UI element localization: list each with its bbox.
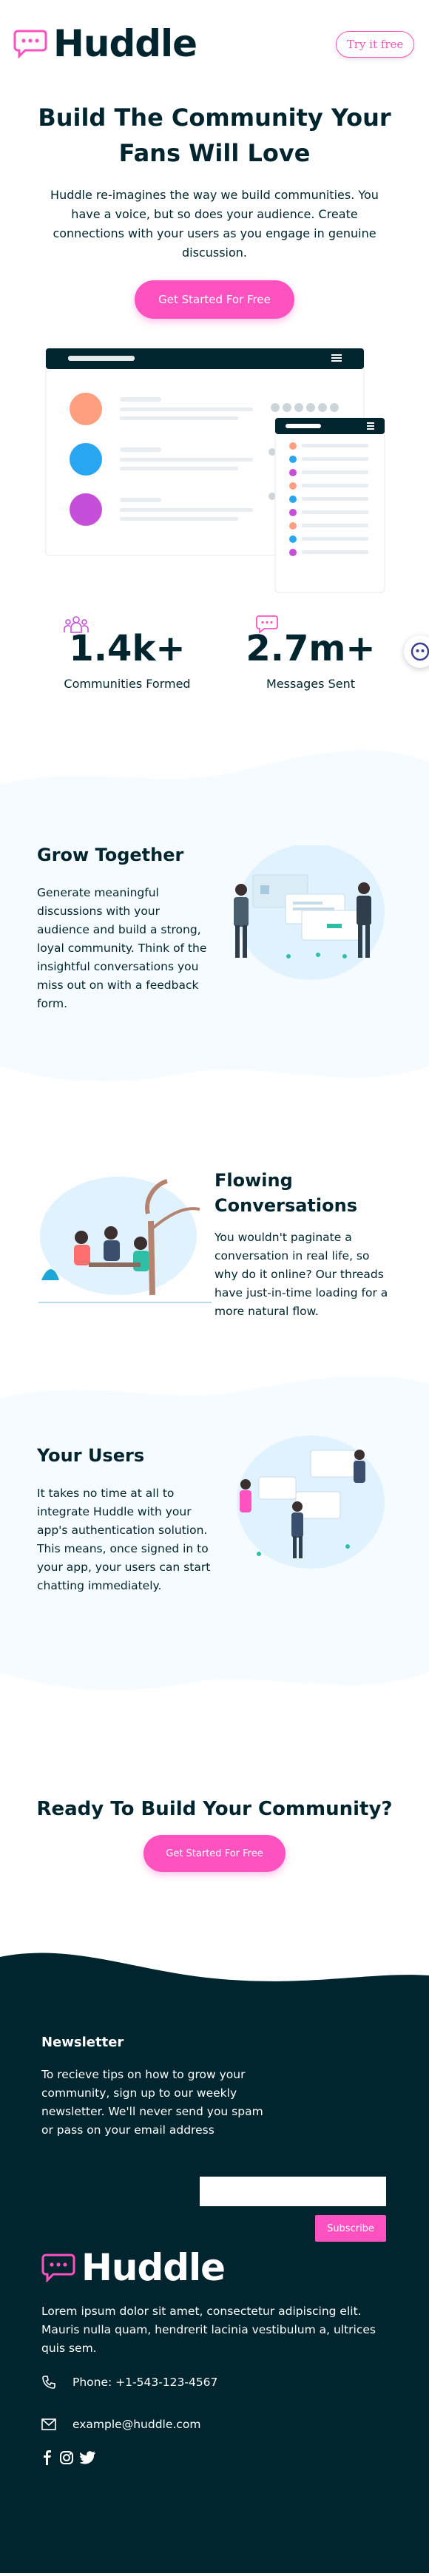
- mockup-graphic: [45, 348, 385, 593]
- footer-phone-text: Phone: +1-543-123-4567: [72, 2376, 218, 2389]
- stat-messages: 2.7m+ Messages Sent: [237, 615, 385, 691]
- newsletter-title: Newsletter: [41, 2035, 124, 2050]
- grow-together-illustration: [234, 845, 385, 980]
- mail-icon: [41, 2418, 56, 2430]
- logo-text: Huddle: [53, 22, 197, 65]
- chat-logo-icon: [41, 2254, 75, 2282]
- hero-title: Build The Community Your Fans Will Love: [30, 100, 399, 171]
- footer-email-text: example@huddle.com: [72, 2418, 201, 2431]
- stat-label: Communities Formed: [64, 677, 191, 691]
- feature-text: It takes no time at all to integrate Hud…: [37, 1487, 211, 1592]
- footer-phone: Phone: +1-543-123-4567: [41, 2375, 217, 2390]
- footer-email[interactable]: example@huddle.com: [41, 2418, 200, 2431]
- messages-icon: [256, 615, 278, 634]
- stat-label: Messages Sent: [266, 677, 355, 691]
- ready-get-started-button[interactable]: Get Started For Free: [143, 1835, 286, 1872]
- feature-text: You wouldn't paginate a conversation in …: [214, 1231, 388, 1318]
- try-it-free-button[interactable]: Try it free: [336, 31, 414, 58]
- bot-widget-button[interactable]: [404, 635, 429, 668]
- phone-icon: [42, 2376, 55, 2389]
- app-mockup-illustration: [0, 348, 429, 600]
- flowing-conversations-illustration: [38, 1177, 212, 1303]
- instagram-icon[interactable]: [59, 2450, 74, 2465]
- your-users-illustration: [237, 1436, 385, 1569]
- site-header: Huddle Try it free: [0, 0, 429, 85]
- feature-flowing-conversations: Flowing Conversations You wouldn't pagin…: [0, 1095, 429, 1376]
- subscribe-button[interactable]: Subscribe: [315, 2215, 386, 2242]
- hero-title-line2: Fans Will Love: [118, 139, 311, 167]
- ready-section: Ready To Build Your Community? Get Start…: [0, 1702, 429, 1983]
- stat-communities: 1.4k+ Communities Formed: [53, 615, 201, 691]
- twitter-icon[interactable]: [80, 2450, 96, 2465]
- hero-title-line1: Build The Community Your: [38, 104, 391, 132]
- hero-description: Huddle re-imagines the way we build comm…: [50, 188, 379, 260]
- ready-title: Ready To Build Your Community?: [36, 1798, 393, 1820]
- get-started-button[interactable]: Get Started For Free: [135, 280, 294, 319]
- social-links: [41, 2450, 96, 2465]
- stats-section: 1.4k+ Communities Formed 2.7m+ Messages …: [0, 600, 429, 748]
- feature-text: Generate meaningful discussions with you…: [37, 886, 207, 1010]
- bot-icon: [411, 642, 429, 661]
- feature-title: Your Users: [37, 1445, 145, 1466]
- feature-your-users: Your Users It takes no time at all to in…: [0, 1376, 429, 1702]
- chat-logo-icon: [13, 30, 47, 58]
- stat-value: 2.7m+: [246, 628, 376, 669]
- footer-wave: [0, 1953, 429, 1987]
- feature-title: Grow Together: [37, 845, 184, 865]
- facebook-icon[interactable]: [41, 2450, 53, 2465]
- communities-icon: [64, 616, 89, 633]
- footer-logo-text: Huddle: [81, 2246, 226, 2289]
- hero-section: Build The Community Your Fans Will Love …: [0, 100, 429, 319]
- feature-title-line1: Flowing: [214, 1170, 293, 1191]
- newsletter-email-input[interactable]: [200, 2177, 386, 2206]
- feature-title: Flowing Conversations: [214, 1168, 357, 1218]
- logo[interactable]: Huddle: [13, 25, 197, 62]
- feature-title-line2: Conversations: [214, 1195, 357, 1216]
- footer-about: Lorem ipsum dolor sit amet, consectetur …: [41, 2305, 376, 2355]
- footer-logo[interactable]: Huddle: [41, 2246, 226, 2289]
- feature-grow-together: Grow Together Generate meaningful discus…: [0, 748, 429, 1095]
- newsletter-text: To recieve tips on how to grow your comm…: [41, 2068, 263, 2137]
- site-footer: Newsletter To recieve tips on how to gro…: [0, 1953, 429, 2573]
